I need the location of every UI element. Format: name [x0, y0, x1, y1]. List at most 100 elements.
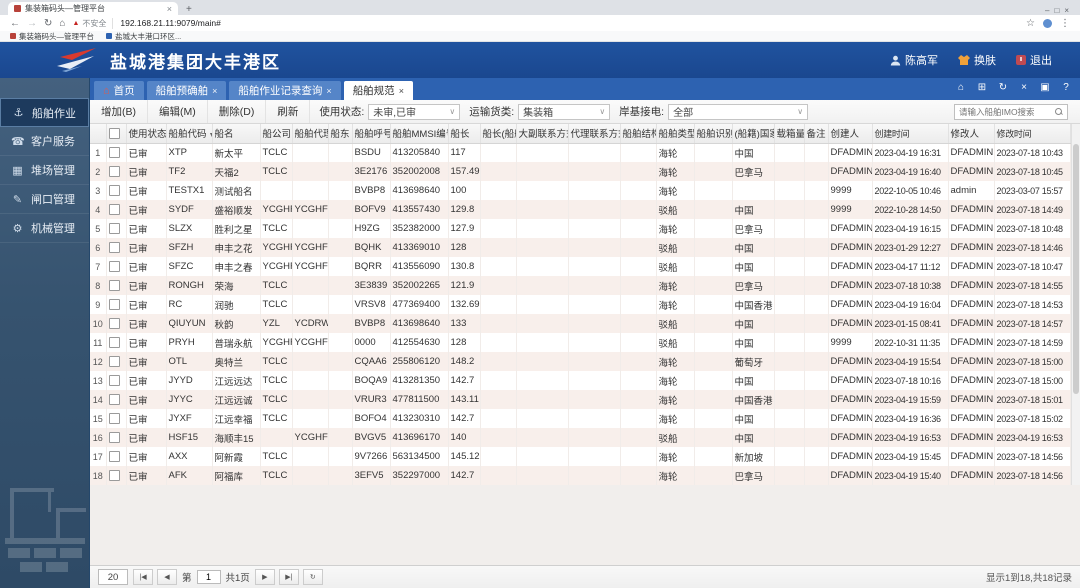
nav-home-icon[interactable]: ⌂: [955, 82, 967, 93]
vertical-scrollbar[interactable]: [1071, 124, 1080, 485]
column-header-company[interactable]: 船公司: [260, 124, 293, 144]
column-header-created[interactable]: 创建时间: [872, 124, 949, 144]
help-icon[interactable]: ?: [1060, 82, 1072, 93]
edit-button[interactable]: 编辑(M): [148, 100, 208, 123]
tab-ship-preconfirm[interactable]: 船舶预确舶 ×: [146, 81, 227, 100]
use-status-select[interactable]: 未审,已审 ∨: [368, 103, 461, 120]
column-header-code[interactable]: 船舶代码▼: [166, 124, 213, 144]
security-indicator[interactable]: ▲ 不安全: [72, 17, 114, 29]
row-checkbox[interactable]: [108, 222, 120, 234]
current-user[interactable]: 陈高军: [890, 52, 938, 68]
bookmark-item[interactable]: 盐城大丰港口环区...: [106, 31, 181, 42]
column-header-structure[interactable]: 船舶结构: [620, 124, 657, 144]
table-row[interactable]: 1 已审 XTP 新太平 TCLC BSDU 413205840 117 海轮 中国 DFADMIN…: [90, 143, 1071, 162]
row-checkbox[interactable]: [108, 241, 120, 253]
column-header-len[interactable]: 船长: [448, 124, 481, 144]
table-row[interactable]: 5 已审 SLZX 胜利之星 TCLC H9ZG 352382000 127.9 海轮 巴拿马 DF…: [90, 219, 1071, 238]
column-header-mmsi[interactable]: 船舶MMSI编号: [390, 124, 449, 144]
row-checkbox[interactable]: [108, 355, 120, 367]
forward-icon[interactable]: →: [27, 18, 37, 29]
tab-close-icon[interactable]: ×: [212, 86, 217, 96]
star-icon[interactable]: ☆: [1026, 18, 1035, 29]
cargo-type-select[interactable]: 集装箱 ∨: [518, 103, 611, 120]
tab-ship-oplog-query[interactable]: 船舶作业记录查询 ×: [229, 81, 341, 100]
url-text[interactable]: 192.168.21.11:9079/main#: [120, 18, 1019, 28]
table-row[interactable]: 6已审SFZH申丰之花YCGHFYCGHFBQHK413369010128驳船中…: [90, 238, 1071, 257]
row-checkbox[interactable]: [108, 260, 120, 272]
column-header-mate[interactable]: 大副联系方式: [516, 124, 569, 144]
column-header-agent[interactable]: 船舶代理: [292, 124, 329, 144]
column-header-owner[interactable]: 船东: [328, 124, 353, 144]
browser-tab[interactable]: 集装箱码头—管理平台 ×: [8, 2, 178, 15]
browser-tab-close-icon[interactable]: ×: [167, 4, 172, 14]
new-tab-button[interactable]: +: [186, 4, 192, 15]
table-row[interactable]: 4已审SYDF盛裕顺发YCGHFYCGHFBOFV9413557430129.8…: [90, 200, 1071, 219]
search-input[interactable]: [959, 107, 1055, 117]
column-header-callsign[interactable]: 船舶呼号: [352, 124, 391, 144]
table-row[interactable]: 8 已审 RONGH 荣海 TCLC 3E3839 352002265 121.9 海轮 巴拿马 D…: [90, 276, 1071, 295]
fullscreen-icon[interactable]: ⊞: [976, 82, 988, 93]
refresh-button[interactable]: 刷新: [266, 100, 311, 123]
table-row[interactable]: 9 已审 RC 润驰 TCLC VRSV8 477369400 132.69 海轮 中国香港 DFA…: [90, 295, 1071, 314]
column-header-check[interactable]: [106, 124, 127, 144]
tab-ship-standard[interactable]: 船舶规范 ×: [343, 81, 413, 100]
sidebar-item-ship-operation[interactable]: ⚓ 船舶作业: [0, 98, 89, 127]
row-checkbox[interactable]: [108, 374, 120, 386]
column-header-num[interactable]: [90, 124, 107, 144]
page-size-select[interactable]: 20: [98, 569, 128, 585]
delete-button[interactable]: 删除(D): [208, 100, 267, 123]
row-checkbox[interactable]: [108, 431, 120, 443]
table-row[interactable]: 15 已审 JYXF 江远幸福 TCLC BOFO4 413230310 142.7 海轮 中国 D…: [90, 409, 1071, 428]
close-icon[interactable]: ×: [1018, 82, 1030, 93]
column-header-idno[interactable]: 船舶识别号: [694, 124, 733, 144]
table-row[interactable]: 2 已审 TF2 天福2 TCLC 3E2176 352002008 157.49 海轮 巴拿马 D…: [90, 162, 1071, 181]
sidebar-item-customer-service[interactable]: ☎ 客户服务: [0, 127, 89, 156]
table-row[interactable]: 17 已审 AXX 阿新霞 TCLC 9V7266 563134500 145.12 海轮 新加坡…: [90, 447, 1071, 466]
table-row[interactable]: 11已审PRYH普瑞永航YCGHFYCGHF0000412554630128驳船…: [90, 333, 1071, 352]
row-checkbox[interactable]: [108, 165, 120, 177]
column-header-type[interactable]: 船舶类型: [656, 124, 695, 144]
shore-power-select[interactable]: 全部 ∨: [668, 103, 809, 120]
ship-search-box[interactable]: [954, 104, 1068, 120]
pager-refresh-button[interactable]: ↻: [302, 569, 323, 585]
row-checkbox[interactable]: [108, 298, 120, 310]
tab-close-icon[interactable]: ×: [326, 86, 331, 96]
back-icon[interactable]: ←: [10, 18, 20, 29]
profile-avatar[interactable]: [1043, 18, 1052, 28]
table-row[interactable]: 16 已审 HSF15 海顺丰15 YCGHF BVGV5 413696170 140 驳船 中国…: [90, 428, 1071, 447]
last-page-button[interactable]: ▶|: [278, 569, 299, 585]
prev-page-button[interactable]: ◀: [157, 569, 177, 585]
change-skin-button[interactable]: 换肤: [958, 52, 996, 68]
row-checkbox[interactable]: [108, 203, 120, 215]
window-controls[interactable]: –□×: [1045, 6, 1074, 15]
row-checkbox[interactable]: [108, 412, 120, 424]
column-header-agentc[interactable]: 代理联系方式: [568, 124, 621, 144]
sidebar-item-gate-management[interactable]: ✎ 闸口管理: [0, 185, 89, 214]
row-checkbox[interactable]: [108, 184, 120, 196]
row-checkbox[interactable]: [108, 279, 120, 291]
table-row[interactable]: 13 已审 JYYD 江远远达 TCLC BOQA9 413281350 142.7 海轮 中国 D…: [90, 371, 1071, 390]
column-header-modified[interactable]: 修改时间: [994, 124, 1071, 144]
row-checkbox[interactable]: [108, 469, 120, 481]
table-row[interactable]: 3 已审 TESTX1 测试船名 BVBP8 413698640 100 海轮 9999 2022…: [90, 181, 1071, 200]
row-checkbox[interactable]: [108, 393, 120, 405]
column-header-creator[interactable]: 创建人: [828, 124, 873, 144]
add-button[interactable]: 增加(B): [90, 100, 148, 123]
screenshot-icon[interactable]: ▣: [1039, 82, 1051, 93]
column-header-capacity[interactable]: 载箱量: [774, 124, 805, 144]
bookmark-item[interactable]: 集装箱码头—管理平台: [10, 31, 94, 42]
scrollbar-thumb[interactable]: [1073, 144, 1079, 394]
select-all-checkbox[interactable]: [108, 127, 120, 139]
reload-icon[interactable]: ↻: [44, 18, 52, 29]
page-number-input[interactable]: [196, 570, 221, 584]
logout-button[interactable]: 退出: [1016, 52, 1052, 68]
first-page-button[interactable]: |◀: [133, 569, 153, 585]
table-row[interactable]: 12 已审 OTL 奥特兰 TCLC CQAA6 255806120 148.2 海轮 葡萄牙 DF…: [90, 352, 1071, 371]
row-checkbox[interactable]: [108, 336, 120, 348]
tab-home[interactable]: ⌂ 首页: [94, 81, 144, 100]
row-checkbox[interactable]: [108, 147, 120, 159]
column-header-status[interactable]: 使用状态: [126, 124, 167, 144]
table-row[interactable]: 14 已审 JYYC 江远远诚 TCLC VRUR3 477811500 143.11 海轮 中国…: [90, 390, 1071, 409]
row-checkbox[interactable]: [108, 450, 120, 462]
column-header-len2[interactable]: 船长(船舶): [480, 124, 517, 144]
